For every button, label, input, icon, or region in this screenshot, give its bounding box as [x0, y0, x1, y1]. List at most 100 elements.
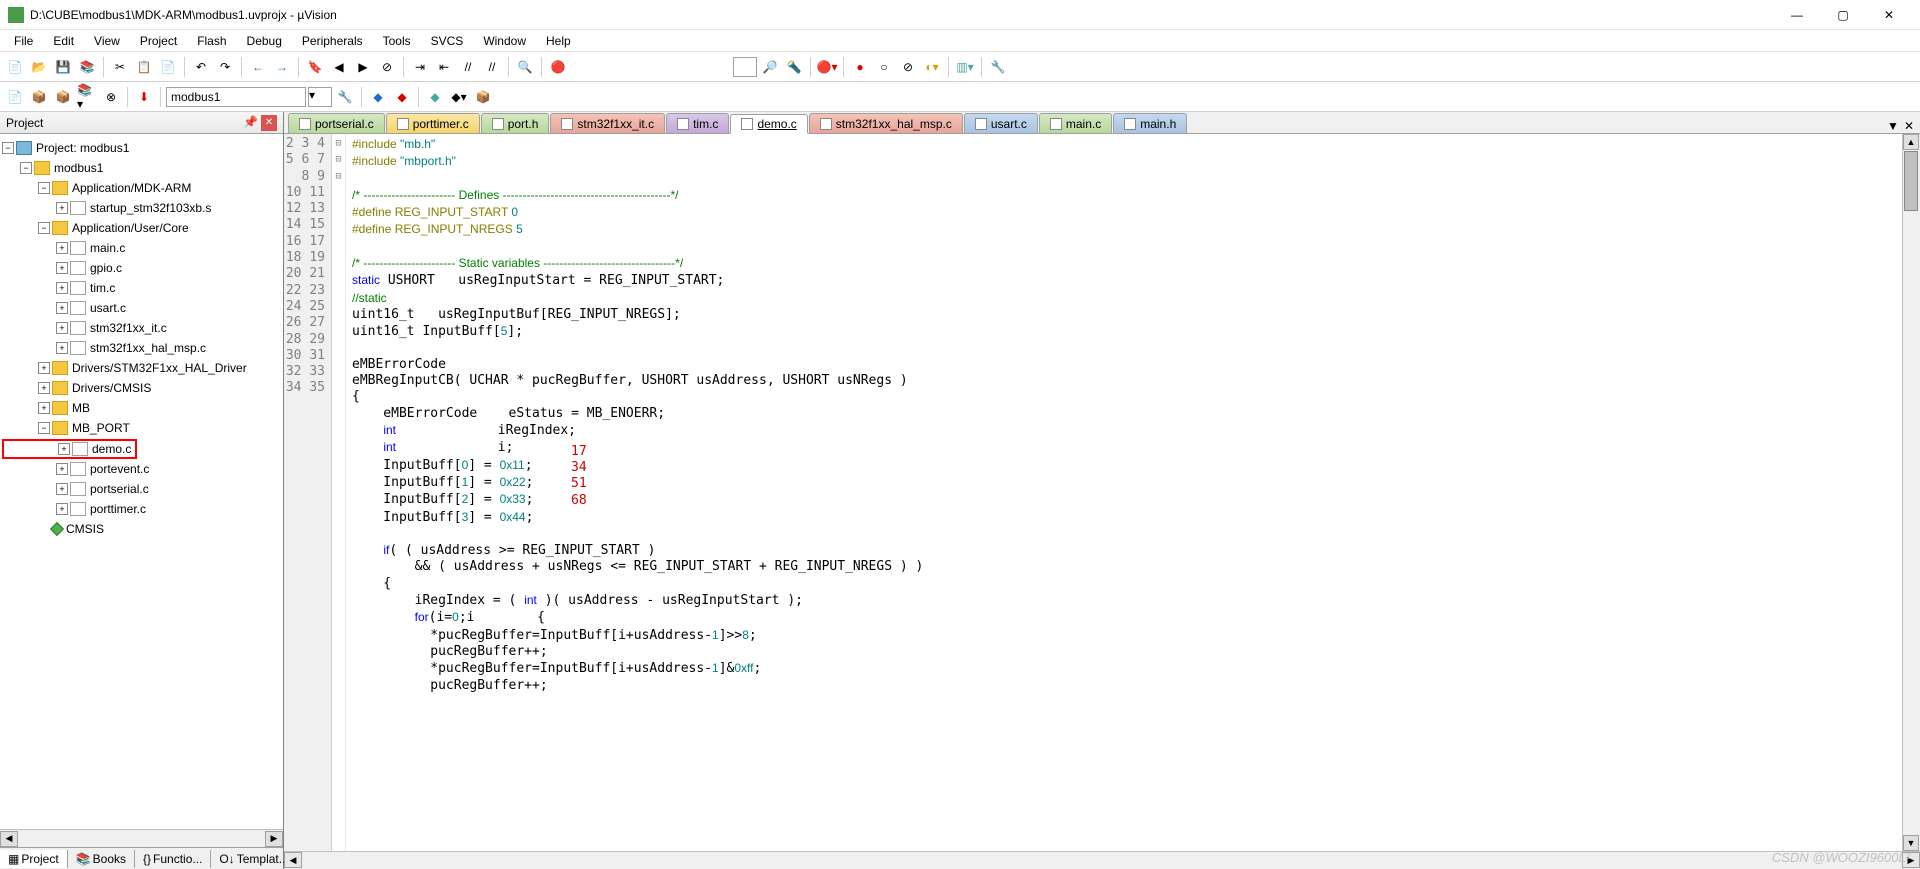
tree-node[interactable]: +startup_stm32f103xb.s	[2, 198, 281, 218]
menu-edit[interactable]: Edit	[43, 32, 84, 50]
tree-node[interactable]: CMSIS	[2, 519, 281, 539]
target-dropdown[interactable]: ▾	[308, 87, 332, 107]
outdent-button[interactable]: ⇤	[433, 56, 455, 78]
editor-tab[interactable]: tim.c	[666, 113, 729, 133]
tree-node[interactable]: +Drivers/STM32F1xx_HAL_Driver	[2, 358, 281, 378]
rebuild-button[interactable]: 📦	[52, 86, 74, 108]
bottom-tab-books[interactable]: 📚Books	[68, 850, 135, 868]
maximize-button[interactable]: ▢	[1820, 1, 1866, 29]
bottom-tab-project[interactable]: ▦Project	[0, 850, 68, 868]
tree-toggle[interactable]: −	[2, 142, 14, 154]
new-file-button[interactable]: 📄	[4, 56, 26, 78]
bookmark-clear-button[interactable]: ⊘	[376, 56, 398, 78]
undo-button[interactable]: ↶	[190, 56, 212, 78]
tree-node[interactable]: −modbus1	[2, 158, 281, 178]
tree-toggle[interactable]: +	[56, 483, 68, 495]
scroll-down-button[interactable]: ▼	[1903, 835, 1919, 851]
tree-toggle[interactable]: +	[56, 262, 68, 274]
tree-node[interactable]: +demo.c	[2, 439, 137, 459]
tree-toggle[interactable]: −	[20, 162, 32, 174]
nav-forward-button[interactable]: →	[271, 56, 293, 78]
tree-toggle[interactable]: +	[56, 322, 68, 334]
breakpoint-button[interactable]: ●	[849, 56, 871, 78]
editor-tab[interactable]: demo.c	[730, 114, 807, 134]
scroll-right-button[interactable]: ▶	[1902, 852, 1920, 868]
file-extensions-button[interactable]: ◆	[391, 86, 413, 108]
tab-close-button[interactable]: ✕	[1902, 119, 1916, 133]
project-tree[interactable]: −Project: modbus1−modbus1−Application/MD…	[0, 134, 283, 829]
tree-node[interactable]: −Project: modbus1	[2, 138, 281, 158]
tree-toggle[interactable]: +	[56, 302, 68, 314]
minimize-button[interactable]: —	[1774, 1, 1820, 29]
save-button[interactable]: 💾	[52, 56, 74, 78]
breakpoint-disable-button[interactable]: ○	[873, 56, 895, 78]
configure-button[interactable]: 🔧	[987, 56, 1009, 78]
comment-button[interactable]: //	[457, 56, 479, 78]
indent-button[interactable]: ⇥	[409, 56, 431, 78]
translate-button[interactable]: 📄	[4, 86, 26, 108]
scroll-thumb[interactable]	[1904, 151, 1918, 211]
tree-toggle[interactable]: +	[56, 463, 68, 475]
tree-node[interactable]: +Drivers/CMSIS	[2, 378, 281, 398]
open-button[interactable]: 📂	[28, 56, 50, 78]
tree-node[interactable]: +stm32f1xx_it.c	[2, 318, 281, 338]
tree-node[interactable]: +portevent.c	[2, 459, 281, 479]
menu-window[interactable]: Window	[473, 32, 536, 50]
tree-node[interactable]: −Application/MDK-ARM	[2, 178, 281, 198]
paste-button[interactable]: 📄	[157, 56, 179, 78]
code-area[interactable]: #include "mb.h" #include "mbport.h" /* -…	[346, 134, 1902, 851]
pin-button[interactable]: 📌	[243, 115, 259, 131]
tree-node[interactable]: −Application/User/Core	[2, 218, 281, 238]
breakpoint-kill-button[interactable]: ⊘	[897, 56, 919, 78]
editor-hscroll[interactable]: ◀ ▶	[284, 851, 1920, 869]
menu-svcs[interactable]: SVCS	[421, 32, 474, 50]
tree-toggle[interactable]: +	[56, 342, 68, 354]
uncomment-button[interactable]: //	[481, 56, 503, 78]
save-all-button[interactable]: 📚	[76, 56, 98, 78]
tree-toggle[interactable]: +	[56, 202, 68, 214]
editor-tab[interactable]: porttimer.c	[386, 113, 480, 133]
tree-node[interactable]: +portserial.c	[2, 479, 281, 499]
manage-rte-button[interactable]: ◆	[424, 86, 446, 108]
batch-build-button[interactable]: 📚▾	[76, 86, 98, 108]
tree-toggle[interactable]: −	[38, 422, 50, 434]
bookmark-button[interactable]: 🔖	[304, 56, 326, 78]
tree-node[interactable]: −MB_PORT	[2, 418, 281, 438]
tree-toggle[interactable]: +	[56, 503, 68, 515]
panel-close-button[interactable]: ✕	[261, 115, 277, 131]
tree-node[interactable]: +gpio.c	[2, 258, 281, 278]
editor-tab[interactable]: main.h	[1113, 113, 1187, 133]
scroll-up-button[interactable]: ▲	[1903, 134, 1919, 150]
tree-hscroll[interactable]: ◀ ▶	[0, 829, 283, 847]
editor-tab[interactable]: usart.c	[964, 113, 1038, 133]
tab-dropdown-button[interactable]: ▼	[1886, 119, 1900, 133]
scroll-left-button[interactable]: ◀	[0, 831, 18, 847]
bookmark-prev-button[interactable]: ◀	[328, 56, 350, 78]
close-button[interactable]: ✕	[1866, 1, 1912, 29]
tree-toggle[interactable]: +	[58, 443, 70, 455]
breakpoint-enable-button[interactable]: ◐▾	[921, 56, 943, 78]
tree-node[interactable]: +porttimer.c	[2, 499, 281, 519]
tree-node[interactable]: +stm32f1xx_hal_msp.c	[2, 338, 281, 358]
scroll-right-button[interactable]: ▶	[265, 831, 283, 847]
cut-button[interactable]: ✂	[109, 56, 131, 78]
nav-back-button[interactable]: ←	[247, 56, 269, 78]
editor-tab[interactable]: main.c	[1039, 113, 1112, 133]
debug-session-button[interactable]: 🔴▾	[816, 56, 838, 78]
copy-button[interactable]: 📋	[133, 56, 155, 78]
download-button[interactable]: ⬇	[133, 86, 155, 108]
menu-tools[interactable]: Tools	[373, 32, 421, 50]
tree-toggle[interactable]: +	[56, 242, 68, 254]
build-button[interactable]: 📦	[28, 86, 50, 108]
menu-help[interactable]: Help	[536, 32, 581, 50]
fold-column[interactable]: ⊟ ⊟ ⊟	[332, 134, 346, 851]
editor-tab[interactable]: stm32f1xx_it.c	[550, 113, 665, 133]
bookmark-next-button[interactable]: ▶	[352, 56, 374, 78]
tree-node[interactable]: +MB	[2, 398, 281, 418]
editor-tab[interactable]: portserial.c	[288, 113, 385, 133]
tree-toggle[interactable]: −	[38, 182, 50, 194]
target-options-button[interactable]: 🔧	[334, 86, 356, 108]
menu-peripherals[interactable]: Peripherals	[292, 32, 373, 50]
tree-node[interactable]: +usart.c	[2, 298, 281, 318]
pack-installer-button[interactable]: 📦	[472, 86, 494, 108]
